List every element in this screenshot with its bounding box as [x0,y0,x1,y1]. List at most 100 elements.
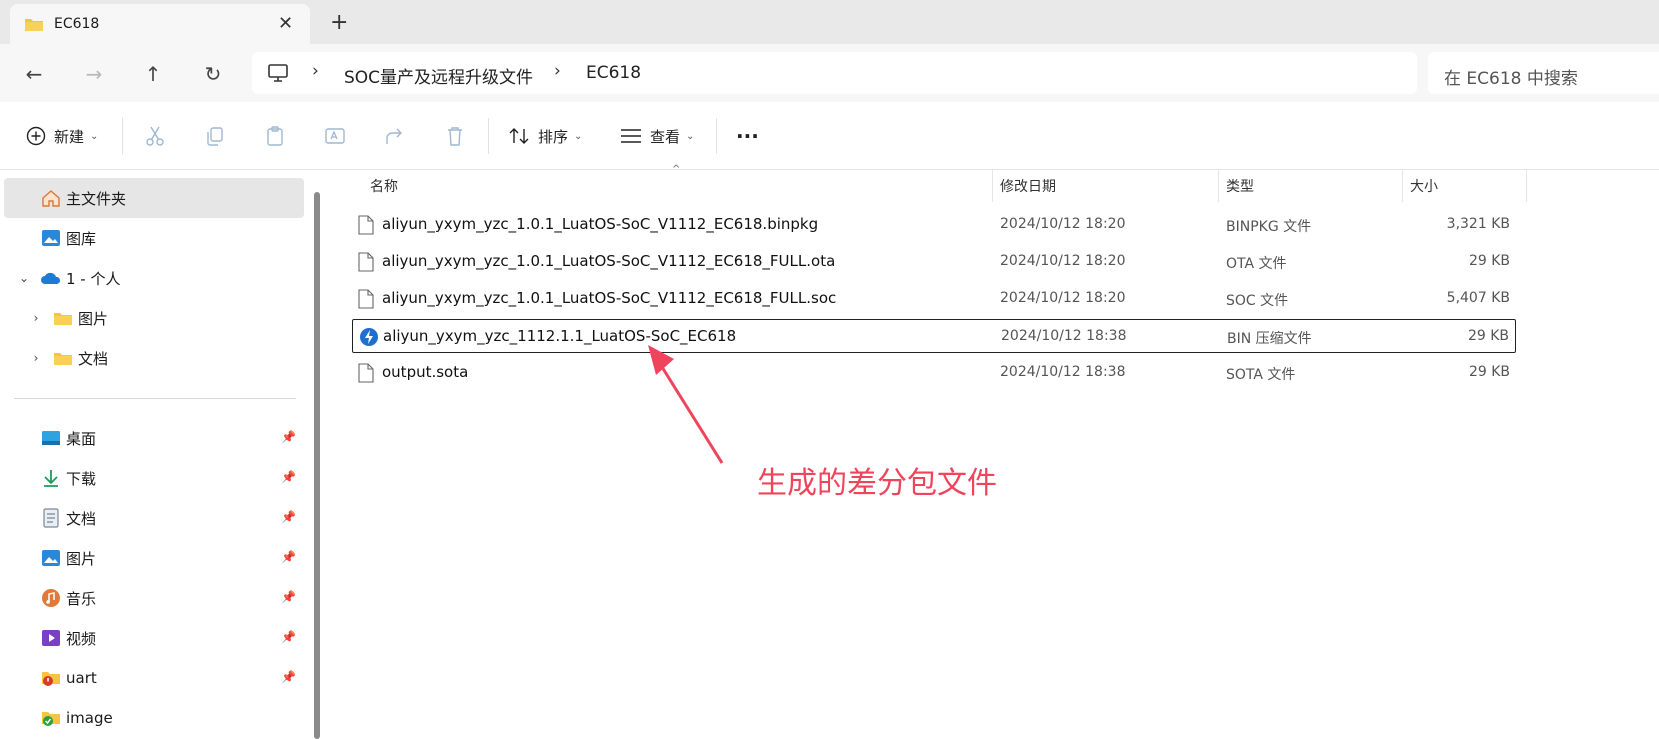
pictures-icon [40,547,62,569]
sidebar-item-pictures[interactable]: 图片 📌 [4,538,304,578]
sidebar-item-uart[interactable]: uart 📌 [4,658,304,698]
tab-title: EC618 [54,16,100,32]
sidebar-item-documents[interactable]: 文档 📌 [4,498,304,538]
table-row-focused[interactable]: aliyun_yxym_yzc_1112.1.1_LuatOS-SoC_EC61… [352,319,1516,353]
table-row[interactable]: aliyun_yxym_yzc_1.0.1_LuatOS-SoC_V1112_E… [352,245,1516,279]
close-tab-icon[interactable]: ✕ [278,13,293,34]
video-icon [40,627,62,649]
annotation-text: 生成的差分包文件 [757,466,997,501]
file-name: output.sota [382,363,469,381]
paste-icon [267,126,283,146]
sidebar-item-label: 下载 [66,469,97,488]
annotation-arrow-icon [648,345,724,464]
sidebar-item-gallery[interactable]: 图库 [4,218,304,258]
tab-ec618[interactable]: EC618 ✕ [10,4,310,44]
new-tab-button[interactable]: + [330,10,348,35]
sidebar-item-label: uart [66,669,97,687]
back-icon[interactable]: ← [20,60,48,88]
sidebar-item-label: 桌面 [66,429,97,448]
file-size: 29 KB [1467,328,1509,344]
delete-button[interactable] [444,122,466,150]
view-button[interactable]: 查看 ⌄ [620,122,694,150]
divider [716,118,717,154]
desktop-icon [40,427,62,449]
chevron-down-icon[interactable]: ⌄ [16,271,32,285]
column-header-date[interactable]: 修改日期 [1000,170,1056,202]
file-type: OTA 文件 [1226,256,1287,272]
up-icon[interactable]: ↑ [139,60,167,88]
file-date: 2024/10/12 18:20 [1000,253,1126,269]
sidebar-item-videos[interactable]: 视频 📌 [4,618,304,658]
breadcrumb-item-ec618[interactable]: EC618 [586,63,641,83]
sidebar-scrollbar[interactable] [314,192,320,739]
file-type: SOTA 文件 [1226,367,1296,383]
pin-icon[interactable]: 📌 [281,550,296,564]
pin-icon[interactable]: 📌 [281,630,296,644]
pin-icon[interactable]: 📌 [281,510,296,524]
sidebar-divider [14,398,296,399]
sidebar-item-desktop[interactable]: 桌面 📌 [4,418,304,458]
pin-icon[interactable]: 📌 [281,470,296,484]
folder-icon [52,307,74,329]
file-date: 2024/10/12 18:20 [1000,216,1126,232]
table-row[interactable]: aliyun_yxym_yzc_1.0.1_LuatOS-SoC_V1112_E… [352,282,1516,316]
file-name: aliyun_yxym_yzc_1112.1.1_LuatOS-SoC_EC61… [383,327,737,345]
share-button[interactable] [384,122,406,150]
sidebar-item-label: 视频 [66,629,97,648]
file-type: BINPKG 文件 [1226,219,1312,235]
address-row: ← → ↑ ↻ › SOC量产及远程升级文件 › EC618 在 EC618 中… [0,44,1659,102]
breadcrumb-separator[interactable]: › [312,61,319,81]
paste-button[interactable] [264,122,286,150]
table-row[interactable]: aliyun_yxym_yzc_1.0.1_LuatOS-SoC_V1112_E… [352,208,1516,242]
refresh-icon[interactable]: ↻ [199,60,227,88]
divider [122,118,123,154]
divider [488,118,489,154]
more-options-button[interactable]: ··· [736,122,759,150]
chevron-down-icon: ⌄ [686,130,695,142]
sort-caret-icon: ^ [672,164,681,175]
sidebar-item-onedrive-pictures[interactable]: › 图片 [4,298,304,338]
column-header-size[interactable]: 大小 [1410,170,1438,202]
file-size: 29 KB [1468,253,1510,269]
sidebar-item-label: 图片 [78,309,109,328]
chevron-right-icon[interactable]: › [28,311,44,325]
pin-icon[interactable]: 📌 [281,590,296,604]
pin-icon[interactable]: 📌 [281,670,296,684]
table-row[interactable]: output.sota 2024/10/12 18:38 SOTA 文件 29 … [352,356,1516,390]
new-button[interactable]: 新建 ⌄ [26,122,98,150]
sidebar-item-home[interactable]: 主文件夹 [4,178,304,218]
sidebar-item-onedrive-documents[interactable]: › 文档 [4,338,304,378]
column-header-name[interactable]: 名称 [370,170,398,202]
file-name: aliyun_yxym_yzc_1.0.1_LuatOS-SoC_V1112_E… [382,215,819,233]
sidebar-item-label: 文档 [78,349,109,368]
pin-icon[interactable]: 📌 [281,430,296,444]
breadcrumb-separator[interactable]: › [554,61,561,81]
column-separator[interactable] [1526,170,1527,202]
sidebar-item-downloads[interactable]: 下载 📌 [4,458,304,498]
search-placeholder: 在 EC618 中搜索 [1444,69,1578,89]
folder-icon [52,347,74,369]
sidebar-item-music[interactable]: 音乐 📌 [4,578,304,618]
file-icon [358,215,374,239]
sidebar-item-image[interactable]: image [4,698,304,738]
cut-button[interactable] [144,122,166,150]
search-box[interactable]: 在 EC618 中搜索 [1428,52,1659,94]
forward-icon[interactable]: → [80,60,108,88]
gallery-icon [40,227,62,249]
column-separator[interactable] [1218,170,1219,202]
file-size: 3,321 KB [1446,216,1510,232]
sidebar-item-label: image [66,709,113,727]
copy-button[interactable] [204,122,226,150]
column-header-type[interactable]: 类型 [1226,170,1254,202]
chevron-down-icon: ⌄ [574,130,583,142]
address-bar[interactable]: › SOC量产及远程升级文件 › EC618 [252,52,1417,94]
chevron-right-icon[interactable]: › [28,351,44,365]
cut-icon [146,126,164,146]
column-separator[interactable] [992,170,993,202]
sidebar-item-onedrive[interactable]: ⌄ 1 - 个人 [4,258,304,298]
rename-button[interactable] [324,122,346,150]
breadcrumb-item-soc[interactable]: SOC量产及远程升级文件 [344,63,533,88]
column-separator[interactable] [1402,170,1403,202]
file-size: 29 KB [1468,364,1510,380]
sort-button[interactable]: 排序 ⌄ [508,122,582,150]
